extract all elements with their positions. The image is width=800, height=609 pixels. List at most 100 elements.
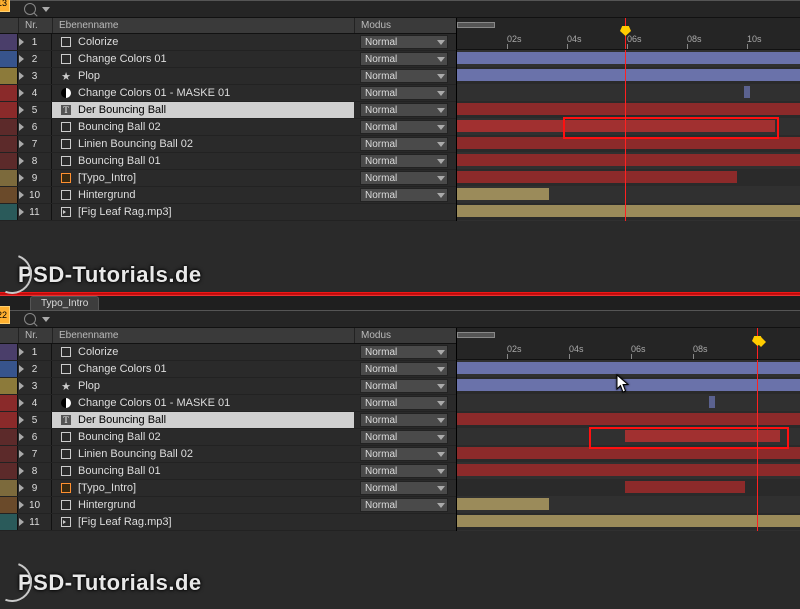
twirl-icon[interactable] <box>19 72 24 80</box>
label-color-chip[interactable] <box>0 34 18 50</box>
layer-name-cell[interactable]: Colorize <box>52 34 354 50</box>
timeline-track[interactable] <box>457 220 800 221</box>
layer-bar[interactable] <box>457 103 800 115</box>
twirl-icon[interactable] <box>19 467 24 475</box>
twirl-icon[interactable] <box>19 399 24 407</box>
twirl-icon[interactable] <box>19 433 24 441</box>
layer-name-cell[interactable]: Hintergrund <box>52 187 354 203</box>
tab-typo-intro[interactable]: Typo_Intro <box>30 296 99 310</box>
label-color-chip[interactable] <box>0 51 18 67</box>
layer-name-cell[interactable]: Bouncing Ball 01 <box>52 153 354 169</box>
blend-mode-dropdown[interactable]: Normal <box>360 86 448 100</box>
layer-row[interactable]: 11[Fig Leaf Rag.mp3] <box>0 514 456 531</box>
layer-name-cell[interactable]: Change Colors 01 - MASKE 01 <box>52 85 354 101</box>
layer-name-cell[interactable]: Bouncing Ball 02 <box>52 119 354 135</box>
layer-name-cell[interactable]: TDer Bouncing Ball <box>52 412 354 428</box>
layer-name-cell[interactable]: [Typo_Intro] <box>52 480 354 496</box>
label-color-chip[interactable] <box>0 412 18 428</box>
layer-bar[interactable] <box>457 413 800 425</box>
layer-name-cell[interactable]: Hintergrund <box>52 497 354 513</box>
twirl-icon[interactable] <box>19 140 24 148</box>
layer-row[interactable]: 1ColorizeNormal <box>0 344 456 361</box>
twirl-icon[interactable] <box>19 450 24 458</box>
blend-mode-dropdown[interactable]: Normal <box>360 171 448 185</box>
twirl-icon[interactable] <box>19 518 24 526</box>
label-color-chip[interactable] <box>0 463 18 479</box>
layer-row[interactable]: 3★PlopNormal <box>0 378 456 395</box>
blend-mode-dropdown[interactable]: Normal <box>360 345 448 359</box>
layer-row[interactable]: 2Change Colors 01Normal <box>0 361 456 378</box>
layer-name-cell[interactable]: Linien Bouncing Ball 02 <box>52 136 354 152</box>
twirl-icon[interactable] <box>19 157 24 165</box>
layer-row[interactable]: 3★PlopNormal <box>0 68 456 85</box>
layer-name-cell[interactable]: ★Plop <box>52 68 354 84</box>
twirl-icon[interactable] <box>19 365 24 373</box>
layer-name-cell[interactable]: [Fig Leaf Rag.mp3] <box>52 514 354 530</box>
layer-name-cell[interactable]: Colorize <box>52 344 354 360</box>
twirl-icon[interactable] <box>19 416 24 424</box>
layer-bar[interactable] <box>457 379 800 391</box>
layer-name-cell[interactable]: [Fig Leaf Rag.mp3] <box>52 204 354 220</box>
layer-bar[interactable] <box>457 515 800 527</box>
layer-row[interactable]: 8Bouncing Ball 01Normal <box>0 153 456 170</box>
layer-row[interactable]: 9[Typo_Intro]Normal <box>0 480 456 497</box>
twirl-icon[interactable] <box>19 123 24 131</box>
blend-mode-dropdown[interactable]: Normal <box>360 430 448 444</box>
col-nr[interactable]: Nr. <box>18 18 52 33</box>
timeline-tracks-top[interactable] <box>456 50 800 221</box>
blend-mode-dropdown[interactable]: Normal <box>360 52 448 66</box>
work-area-bar[interactable] <box>457 22 495 28</box>
layer-row[interactable]: 8Bouncing Ball 01Normal <box>0 463 456 480</box>
layer-name-cell[interactable]: Change Colors 01 <box>52 361 354 377</box>
label-color-chip[interactable] <box>0 153 18 169</box>
layer-row[interactable]: 6Bouncing Ball 02Normal <box>0 429 456 446</box>
layer-name-cell[interactable]: ★Plop <box>52 378 354 394</box>
layer-bar[interactable] <box>457 188 549 200</box>
label-color-chip[interactable] <box>0 204 18 220</box>
layer-name-cell[interactable]: [Typo_Intro] <box>52 170 354 186</box>
blend-mode-dropdown[interactable]: Normal <box>360 464 448 478</box>
layer-name-cell[interactable]: Change Colors 01 <box>52 51 354 67</box>
layer-row[interactable]: 5TDer Bouncing BallNormal <box>0 412 456 429</box>
time-ruler-bottom[interactable]: 02s04s06s08s <box>456 328 800 360</box>
blend-mode-dropdown[interactable]: Normal <box>360 379 448 393</box>
layer-row[interactable]: 7Linien Bouncing Ball 02Normal <box>0 446 456 463</box>
blend-mode-dropdown[interactable]: Normal <box>360 362 448 376</box>
twirl-icon[interactable] <box>19 38 24 46</box>
blend-mode-dropdown[interactable]: Normal <box>360 35 448 49</box>
layer-name-cell[interactable]: TDer Bouncing Ball <box>52 102 354 118</box>
layer-row[interactable]: 5TDer Bouncing BallNormal <box>0 102 456 119</box>
label-color-chip[interactable] <box>0 497 18 513</box>
blend-mode-dropdown[interactable]: Normal <box>360 137 448 151</box>
layer-bar[interactable] <box>457 154 800 166</box>
blend-mode-dropdown[interactable]: Normal <box>360 188 448 202</box>
layer-row[interactable]: 11[Fig Leaf Rag.mp3] <box>0 204 456 221</box>
layer-row[interactable]: 7Linien Bouncing Ball 02Normal <box>0 136 456 153</box>
twirl-icon[interactable] <box>19 191 24 199</box>
layer-bar[interactable] <box>457 498 549 510</box>
layer-row[interactable]: 4Change Colors 01 - MASKE 01Normal <box>0 85 456 102</box>
label-color-chip[interactable] <box>0 514 18 530</box>
col-layer[interactable]: Ebenenname <box>52 18 354 33</box>
search-icon[interactable] <box>24 313 36 325</box>
twirl-icon[interactable] <box>19 382 24 390</box>
layer-bar[interactable] <box>457 52 800 64</box>
layer-bar[interactable] <box>457 464 800 476</box>
layer-bar[interactable] <box>744 86 750 98</box>
twirl-icon[interactable] <box>19 89 24 97</box>
layer-row[interactable]: 4Change Colors 01 - MASKE 01Normal <box>0 395 456 412</box>
label-color-chip[interactable] <box>0 102 18 118</box>
label-color-chip[interactable] <box>0 187 18 203</box>
search-icon[interactable] <box>24 3 36 15</box>
label-color-chip[interactable] <box>0 136 18 152</box>
blend-mode-dropdown[interactable]: Normal <box>360 481 448 495</box>
playhead-top[interactable] <box>625 18 626 49</box>
blend-mode-dropdown[interactable]: Normal <box>360 498 448 512</box>
twirl-icon[interactable] <box>19 501 24 509</box>
twirl-icon[interactable] <box>19 55 24 63</box>
layer-bar[interactable] <box>457 362 800 374</box>
layer-row[interactable]: 6Bouncing Ball 02Normal <box>0 119 456 136</box>
layer-bar[interactable] <box>457 205 800 217</box>
label-color-chip[interactable] <box>0 361 18 377</box>
time-ruler-top[interactable]: 02s04s06s08s10s <box>456 18 800 50</box>
